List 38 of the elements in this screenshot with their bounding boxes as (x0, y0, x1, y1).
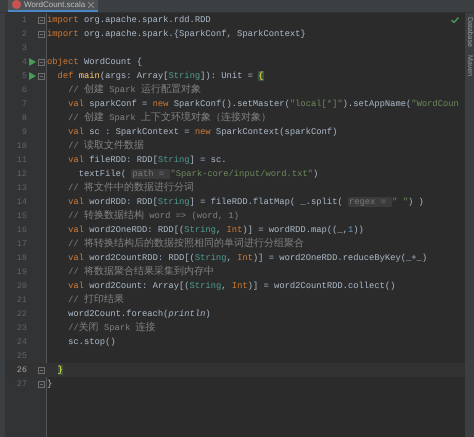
code-line: import org.apache.spark.rdd.RDD (47, 14, 211, 27)
code-line: val word2OneRDD: RDD[(String, Int)] = wordRDD.map((_,1)) (67, 224, 364, 237)
code-line: // 打印结果 (67, 293, 124, 307)
run-icon[interactable] (29, 72, 36, 80)
code-line: textFile( path = "Spark-core/input/word.txt") (78, 168, 318, 181)
code-line: // 将数据聚合结果采集到内存中 (67, 265, 214, 279)
code-line: //关闭 Spark 连接 (67, 321, 156, 335)
code-line: // 读取文件数据 (67, 139, 144, 153)
fold-icon[interactable] (38, 367, 45, 374)
code-line: val sparkConf = new SparkConf().setMaster("local[*]").setAppName("WordCoun (67, 98, 459, 111)
line-number: 26 (16, 364, 27, 377)
code-line: import org.apache.spark.{SparkConf, SparkContext} (47, 28, 306, 41)
file-type-icon (12, 0, 21, 9)
fold-icon[interactable] (38, 59, 45, 66)
code-line: // 将转换结构后的数据按照相同的单词进行分组聚合 (67, 237, 304, 251)
code-line: sc.stop() (67, 336, 116, 349)
tab-title: WordCount.scala (24, 0, 86, 9)
run-icon[interactable] (29, 58, 36, 66)
check-icon[interactable] (451, 17, 459, 23)
fold-icon[interactable] (38, 17, 45, 24)
fold-icon[interactable] (38, 31, 45, 38)
code-line: // 转换数据结构 word => (word, 1) (67, 209, 239, 223)
code-line: def main(args: Array[String]): Unit = { (56, 70, 264, 83)
file-tab[interactable]: WordCount.scala (8, 0, 98, 12)
code-line: object WordCount { (47, 56, 142, 69)
code-line: val fileRDD: RDD[String] = sc. (67, 154, 226, 167)
code-line: // 创建 Spark 上下文环境对象（连接对象） (67, 111, 271, 125)
code-line: // 将文件中的数据进行分词 (67, 181, 194, 195)
code-line: val sc : SparkContext = new SparkContext(sparkConf) (67, 126, 338, 139)
code-line: val wordRDD: RDD[String] = fileRDD.flatMap( _.split( regex = " ") ) (67, 196, 424, 209)
fold-icon[interactable] (38, 381, 45, 388)
code-line: word2Count.foreach(println) (67, 308, 211, 321)
code-line: } (47, 378, 52, 391)
code-line: val word2Count: Array[(String, Int)] = word2CountRDD.collect() (67, 280, 396, 293)
close-icon[interactable] (88, 2, 94, 8)
code-line: val word2CountRDD: RDD[(String, Int)] = word2OneRDD.reduceByKey(_+_) (67, 252, 428, 265)
fold-icon[interactable] (38, 73, 45, 80)
code-line: // 创建 Spark 运行配置对象 (67, 83, 201, 97)
